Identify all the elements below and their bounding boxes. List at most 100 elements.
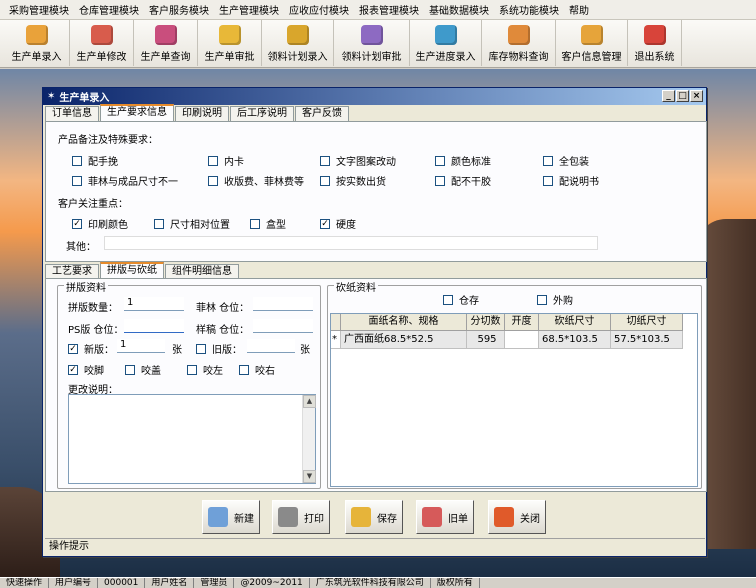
minimize-button[interactable]: _ xyxy=(662,90,675,102)
action-button[interactable]: 打印 xyxy=(272,500,330,534)
grid-cell-split-count[interactable]: 595 xyxy=(467,331,505,349)
toolbar-button-label: 生产单查询 xyxy=(140,52,191,63)
toolbar-button[interactable]: 生产单审批 xyxy=(198,20,262,66)
status-field: 管理员 xyxy=(194,578,235,588)
menu-item[interactable]: 基础数据模块 xyxy=(424,2,494,17)
toolbar-button[interactable]: 生产单修改 xyxy=(70,20,134,66)
old-plate-label: 旧版： xyxy=(212,345,242,356)
checkbox-box xyxy=(543,155,553,166)
toolbar-button[interactable]: 领料计划录入 xyxy=(262,20,334,66)
imposition-count-input[interactable]: 1 xyxy=(124,297,184,311)
tab-imposition-cutting[interactable]: 拼版与砍纸 xyxy=(100,262,164,279)
customer-focus-checkbox[interactable]: ✓ 硬度 xyxy=(320,216,356,231)
product-note-checkbox[interactable]: 收版费、菲林费等 xyxy=(208,173,304,188)
bite-option-checkbox[interactable]: 咬盖 xyxy=(125,362,161,377)
menu-item[interactable]: 报表管理模块 xyxy=(354,2,424,17)
customer-focus-checkbox[interactable]: 盒型 xyxy=(250,216,286,231)
action-button[interactable]: 关闭 xyxy=(488,500,546,534)
grid-header-cut-size[interactable]: 切纸尺寸 xyxy=(611,314,683,331)
action-button[interactable]: 旧单 xyxy=(416,500,474,534)
change-notes-textarea[interactable]: ▲ ▼ xyxy=(68,394,316,484)
menu-item[interactable]: 帮助 xyxy=(564,2,594,17)
bite-option-checkbox[interactable]: 咬左 xyxy=(187,362,223,377)
menu-item[interactable]: 采购管理模块 xyxy=(4,2,74,17)
grid-header-paper-size[interactable]: 砍纸尺寸 xyxy=(539,314,611,331)
scroll-down-icon[interactable]: ▼ xyxy=(303,470,316,483)
checkbox-box: ✓ xyxy=(320,218,330,229)
customer-focus-checkbox[interactable]: ✓ 印刷颜色 xyxy=(72,216,128,231)
product-notes-heading: 产品备注及特殊要求： xyxy=(58,135,158,146)
menu-item[interactable]: 客户服务模块 xyxy=(144,2,214,17)
outsource-checkbox[interactable]: 外购 xyxy=(537,292,573,307)
ps-plate-location-label: PS版 仓位： xyxy=(68,325,124,336)
sample-location-input[interactable] xyxy=(253,319,313,333)
bite-option-checkbox[interactable]: ✓ 咬脚 xyxy=(68,362,104,377)
bite-option-checkbox[interactable]: 咬右 xyxy=(239,362,275,377)
tab-process-requirements[interactable]: 工艺要求 xyxy=(45,264,99,279)
menu-item[interactable]: 生产管理模块 xyxy=(214,2,284,17)
close-window-button[interactable]: × xyxy=(690,90,703,102)
customer-focus-checkbox[interactable]: 尺寸相对位置 xyxy=(154,216,230,231)
new-plate-count-input[interactable]: 1 xyxy=(117,339,165,353)
toolbar-button[interactable]: 库存物料查询 xyxy=(482,20,556,66)
new-doc-icon xyxy=(208,507,228,527)
product-note-checkbox[interactable]: 颜色标准 xyxy=(435,153,491,168)
action-button[interactable]: 保存 xyxy=(345,500,403,534)
product-note-checkbox[interactable]: 文字图案改动 xyxy=(320,153,396,168)
memo-scrollbar[interactable]: ▲ ▼ xyxy=(302,395,316,483)
toolbar-button[interactable]: 生产单查询 xyxy=(134,20,198,66)
product-note-checkbox[interactable]: 菲林与成品尺寸不一 xyxy=(72,173,178,188)
window-titlebar[interactable]: ✶ 生产单录入 _ □ × xyxy=(43,88,706,105)
tab-print-notes[interactable]: 印刷说明 xyxy=(175,106,229,121)
status-field: @2009~2011 xyxy=(234,578,310,588)
grid-cell-paper-size[interactable]: 68.5*103.5 xyxy=(539,331,611,349)
grid-cell-cut-size[interactable]: 57.5*103.5 xyxy=(611,331,683,349)
action-button[interactable]: 新建 xyxy=(202,500,260,534)
tab-production-requirements[interactable]: 生产要求信息 xyxy=(100,104,174,121)
toolbar: 生产单录入 生产单修改 生产单查询 生产单审批 领料计划录入 领料计划审批 生产进度录入 库存… xyxy=(0,20,756,68)
maximize-button[interactable]: □ xyxy=(676,90,689,102)
product-note-checkbox[interactable]: 内卡 xyxy=(208,153,244,168)
old-plate-checkbox[interactable]: 旧版： xyxy=(196,341,242,356)
new-plate-unit: 张 xyxy=(172,345,182,356)
grid-header-open[interactable]: 开度 xyxy=(505,314,539,331)
menu-bar: 采购管理模块 仓库管理模块 客户服务模块 生产管理模块 应收应付模块 报表管理模块 基础数据… xyxy=(0,0,756,20)
old-plate-count-input[interactable] xyxy=(247,339,295,353)
tab-post-process-notes[interactable]: 后工序说明 xyxy=(230,106,294,121)
tab-customer-feedback[interactable]: 客户反馈 xyxy=(295,106,349,121)
old-order-icon xyxy=(422,507,442,527)
customer-focus-label: 硬度 xyxy=(336,220,356,231)
toolbar-button[interactable]: 生产进度录入 xyxy=(410,20,482,66)
film-location-input[interactable] xyxy=(253,297,313,311)
box-icon xyxy=(25,25,48,45)
product-note-label: 配说明书 xyxy=(559,177,599,188)
grid-header-split-count[interactable]: 分切数 xyxy=(467,314,505,331)
product-note-checkbox[interactable]: 按实数出货 xyxy=(320,173,386,188)
tab-component-details[interactable]: 组件明细信息 xyxy=(165,264,239,279)
grid-cell-paper-name[interactable]: 广西面纸68.5*52.5 xyxy=(341,331,467,349)
grid-header-paper-name[interactable]: 面纸名称、规格 xyxy=(341,314,467,331)
toolbar-button[interactable]: 领料计划审批 xyxy=(334,20,410,66)
product-note-checkbox[interactable]: 配说明书 xyxy=(543,173,599,188)
toolbar-button[interactable]: 客户信息管理 xyxy=(556,20,628,66)
menu-item[interactable]: 应收应付模块 xyxy=(284,2,354,17)
ps-plate-location-input[interactable] xyxy=(124,319,184,333)
new-plate-checkbox[interactable]: ✓ 新版： xyxy=(68,341,114,356)
product-note-checkbox[interactable]: 配手挽 xyxy=(72,153,118,168)
tab-order-info[interactable]: 订单信息 xyxy=(45,106,99,121)
window-star-icon: ✶ xyxy=(47,91,56,102)
warehouse-checkbox[interactable]: 仓存 xyxy=(443,292,479,307)
grid-cell-open[interactable] xyxy=(505,331,539,349)
scroll-up-icon[interactable]: ▲ xyxy=(303,395,316,408)
product-note-checkbox[interactable]: 配不干胶 xyxy=(435,173,491,188)
toolbar-button[interactable]: 生产单录入 xyxy=(4,20,70,66)
product-note-checkbox[interactable]: 全包装 xyxy=(543,153,589,168)
menu-item[interactable]: 系统功能模块 xyxy=(494,2,564,17)
status-field: 版权所有 xyxy=(431,578,480,588)
toolbar-button[interactable]: 退出系统 xyxy=(628,20,682,66)
status-bar: 快速操作 用户编号 000001 用户姓名 管理员 @2009~2011 广东筑光软件科技有… xyxy=(0,577,756,588)
other-input[interactable] xyxy=(104,236,598,250)
checkbox-box xyxy=(196,343,206,354)
checkbox-box: ✓ xyxy=(72,218,82,229)
menu-item[interactable]: 仓库管理模块 xyxy=(74,2,144,17)
